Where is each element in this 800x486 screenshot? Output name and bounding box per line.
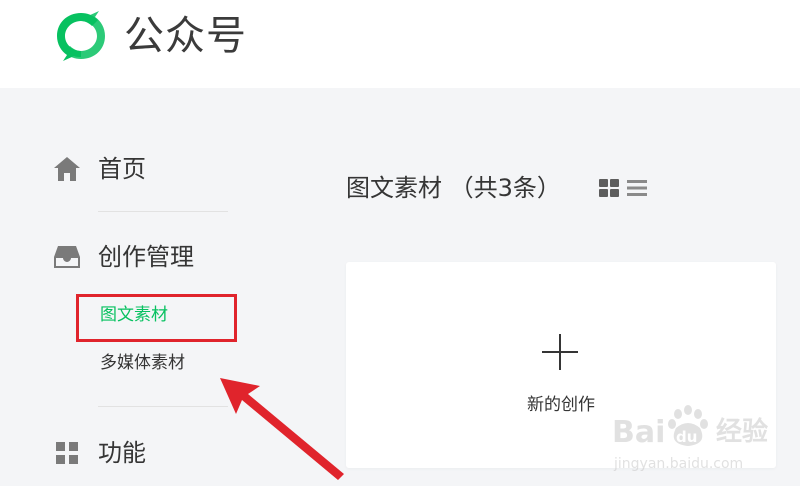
top-bar: 公众号 bbox=[0, 0, 800, 88]
page-title: 图文素材 （共3条） bbox=[346, 174, 561, 202]
view-toggle bbox=[598, 178, 648, 198]
svg-text:jingyan.baidu.com: jingyan.baidu.com bbox=[613, 456, 743, 472]
grid-view-icon[interactable] bbox=[598, 178, 620, 198]
brand-name: 公众号 bbox=[124, 13, 247, 59]
inbox-icon bbox=[52, 242, 82, 272]
plus-icon bbox=[542, 334, 578, 370]
red-highlight-box bbox=[76, 294, 237, 342]
sidebar-item-label: 首页 bbox=[98, 155, 146, 183]
home-icon bbox=[52, 154, 82, 184]
sidebar-item-home[interactable]: 首页 bbox=[52, 154, 146, 184]
sidebar-item-label: 创作管理 bbox=[98, 243, 194, 271]
sidebar-divider bbox=[98, 211, 228, 212]
grid-icon bbox=[52, 438, 82, 468]
svg-text:du: du bbox=[676, 428, 697, 446]
wechat-official-logo-icon[interactable] bbox=[52, 9, 110, 63]
sidebar-divider bbox=[98, 406, 228, 407]
red-pointer-arrow bbox=[220, 378, 344, 480]
sidebar-item-content-management[interactable]: 创作管理 bbox=[52, 242, 194, 272]
sidebar-item-label: 功能 bbox=[98, 439, 146, 467]
sub-item-multimedia-materials[interactable]: 多媒体素材 bbox=[100, 352, 185, 374]
list-view-icon[interactable] bbox=[626, 178, 648, 198]
sidebar-item-features[interactable]: 功能 bbox=[52, 438, 146, 468]
svg-text:Bai: Bai bbox=[612, 415, 665, 450]
svg-text:经验: 经验 bbox=[716, 416, 768, 447]
baidu-jingyan-watermark: Bai du 经验 jingyan.baidu.com bbox=[612, 405, 768, 472]
